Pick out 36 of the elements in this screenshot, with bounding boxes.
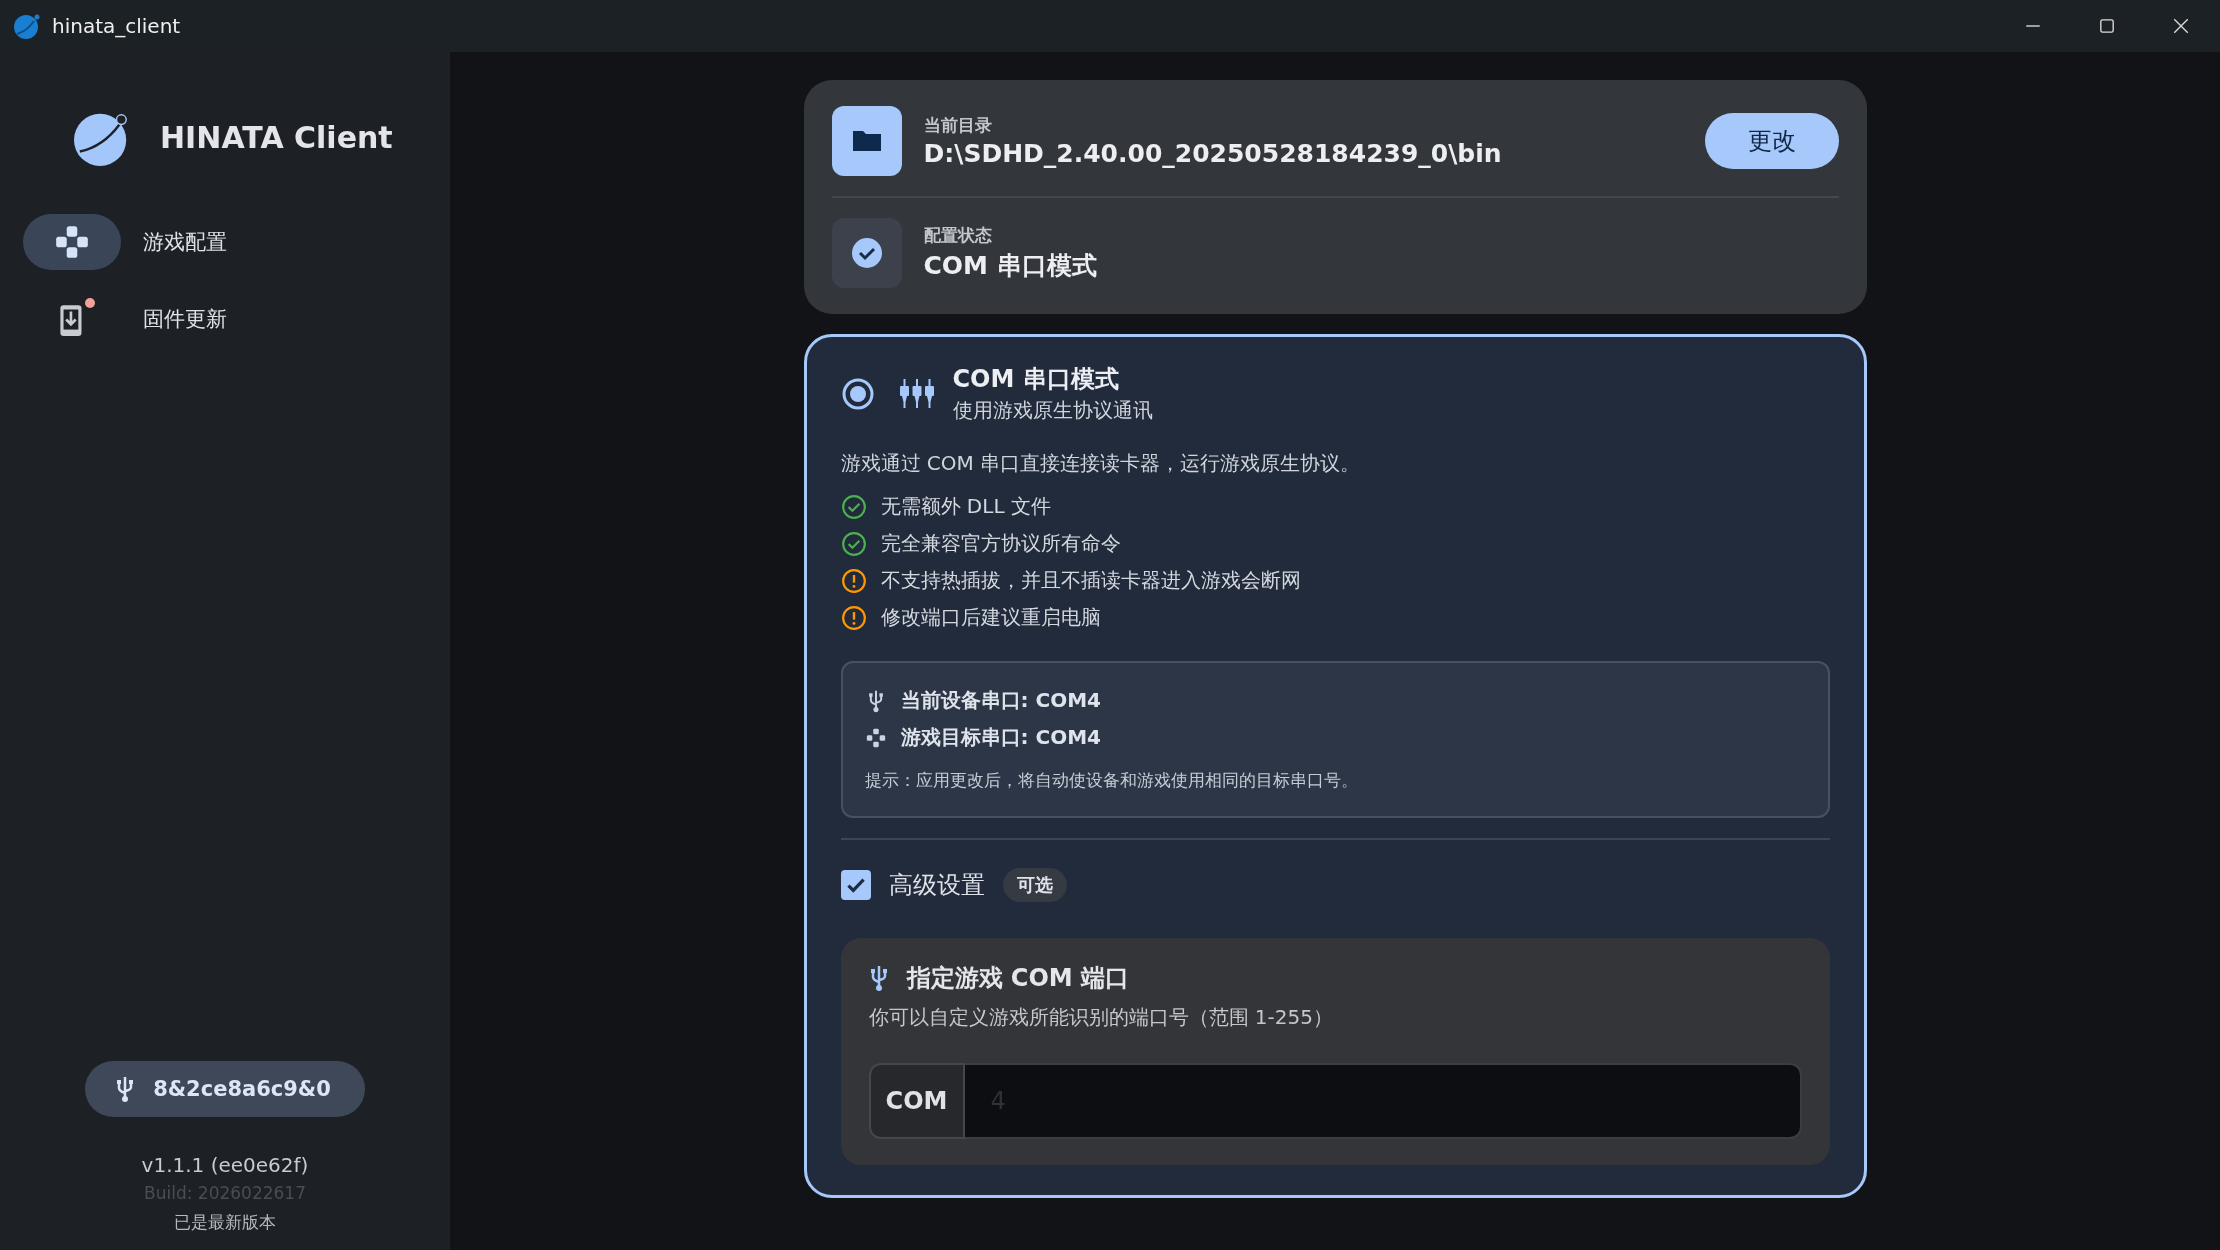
radio-button[interactable]	[840, 376, 875, 411]
nav-item[interactable]: 游戏配置	[0, 214, 450, 270]
folder-icon	[831, 106, 902, 176]
port-setting-title: 指定游戏 COM 端口	[906, 963, 1130, 994]
change-button[interactable]: 更改	[1704, 113, 1839, 169]
mode-description: 游戏通过 COM 串口直接连接读卡器，运行游戏原生协议。	[840, 450, 1362, 477]
feature-text: 无需额外 DLL 文件	[880, 493, 1051, 520]
maximize-icon[interactable]	[2098, 17, 2116, 35]
hint-text: 提示：应用更改后，将自动使设备和游戏使用相同的目标串口号。	[864, 769, 1359, 792]
mode-card[interactable]	[803, 334, 1867, 1198]
mode-title: COM 串口模式	[952, 364, 1120, 395]
feature-text: 完全兼容官方协议所有命令	[880, 530, 1121, 557]
usb-icon	[115, 1075, 136, 1103]
directory-label: 当前目录	[923, 114, 993, 137]
port-info-text: 游戏目标串口: COM4	[900, 724, 1101, 751]
advanced-label: 高级设置	[888, 870, 985, 901]
com-prefix: COM	[868, 1063, 965, 1139]
usb-icon	[868, 964, 889, 992]
feature-text: 修改端口后建议重启电脑	[880, 604, 1101, 631]
optional-tag: 可选	[1002, 868, 1067, 902]
mode-subtitle: 使用游戏原生协议通讯	[952, 397, 1153, 424]
advanced-checkbox[interactable]	[840, 870, 871, 900]
version-text: v1.1.1 (ee0e62f)	[140, 1153, 310, 1177]
feature-text: 不支持热插拔，并且不插读卡器进入游戏会断网	[880, 567, 1301, 594]
device-id-chip: 8&2ce8a6c9&0	[85, 1061, 365, 1117]
close-icon[interactable]	[2172, 17, 2190, 35]
status-value: COM 串口模式	[923, 250, 1098, 282]
port-info-text: 当前设备串口: COM4	[900, 687, 1101, 714]
gamepad-icon	[53, 223, 91, 261]
directory-path: D:\SDHD_2.40.00_20250528184239_0\bin	[923, 139, 1503, 168]
nav-item[interactable]: 固件更新	[0, 291, 450, 347]
update-status: 已是最新版本	[173, 1211, 277, 1234]
window-title: hinata_client	[52, 14, 181, 38]
port-setting-description: 你可以自定义游戏所能识别的端口号（范围 1-255）	[868, 1004, 1334, 1031]
status-label: 配置状态	[923, 224, 993, 247]
app-name: HINATA Client	[160, 119, 393, 155]
